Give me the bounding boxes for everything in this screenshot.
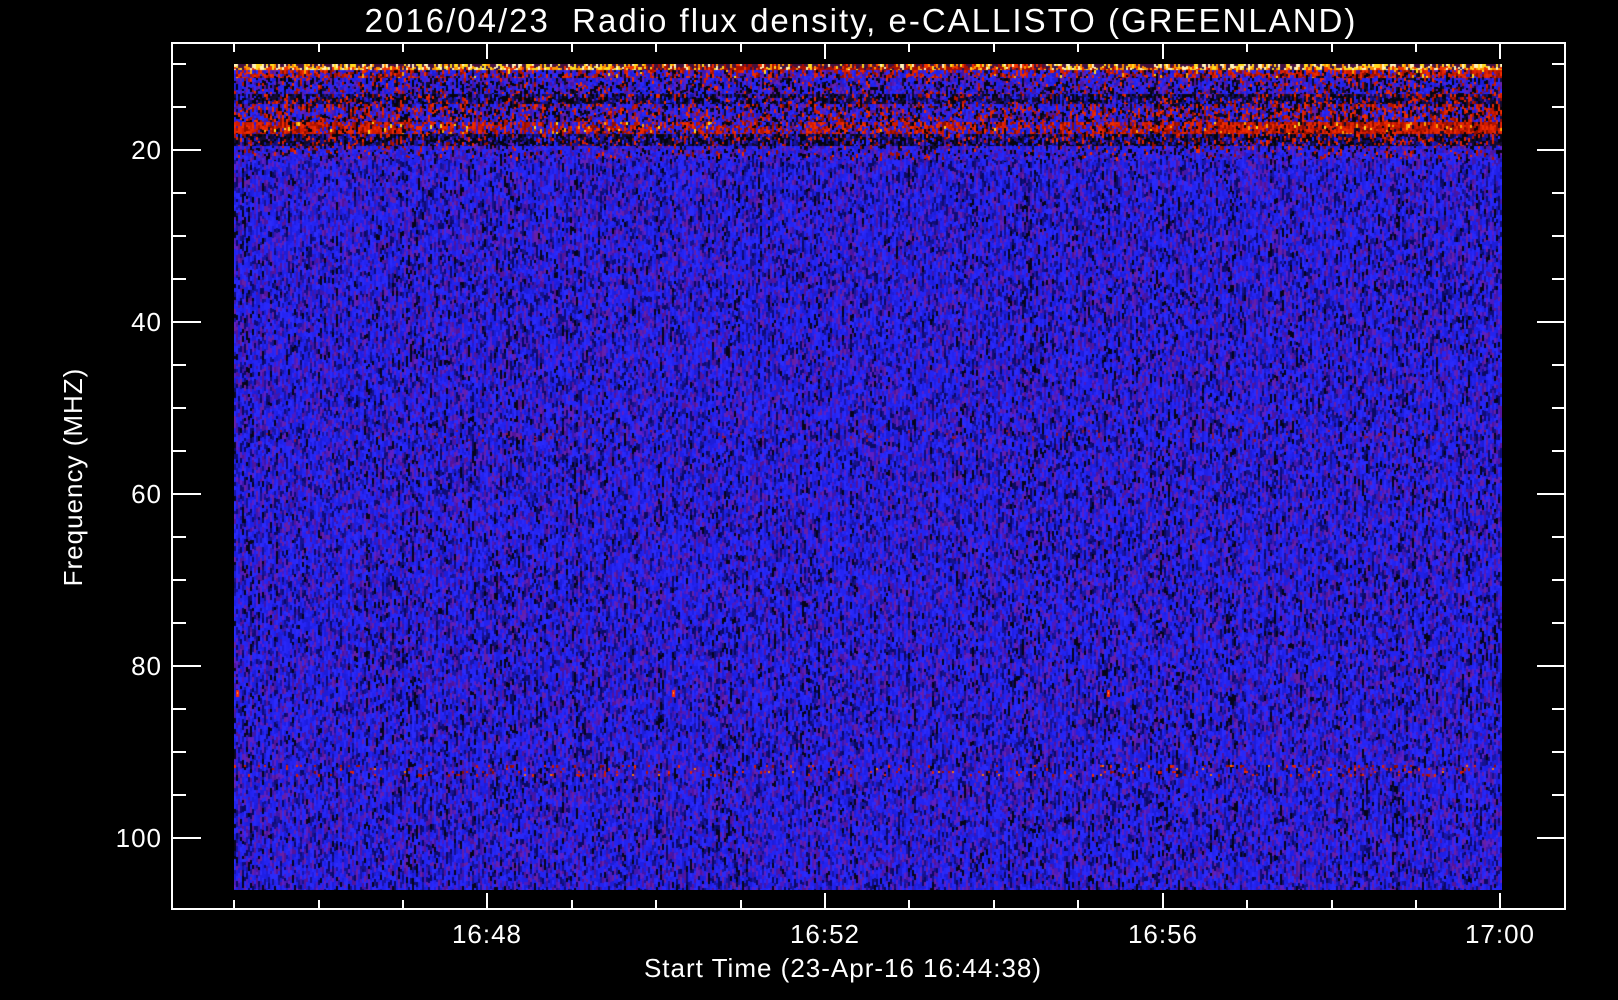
x-minor-tick-bottom [401,900,404,908]
y-tick-label: 80 [131,651,162,681]
y-minor-tick-left [173,364,186,366]
y-minor-tick-left [173,235,186,237]
x-minor-tick-top [655,44,658,52]
x-minor-tick-top [570,44,573,52]
x-tick-label: 16:52 [789,919,861,949]
x-minor-tick-bottom [908,900,911,908]
y-minor-tick-left [173,278,186,280]
y-major-tick-left [173,149,201,151]
y-tick-label: 20 [131,135,162,165]
y-minor-tick-right [1552,708,1565,710]
y-minor-tick-left [173,536,186,538]
x-minor-tick-top [739,44,742,52]
y-minor-tick-left [173,751,186,753]
x-major-tick-top [486,44,488,59]
y-major-tick-right [1537,493,1565,495]
y-tick-label: 100 [115,823,162,853]
x-minor-tick-bottom [1246,900,1249,908]
chart-title: 2016/04/23 Radio flux density, e-CALLIST… [364,2,1358,39]
y-major-tick-left [173,493,201,495]
y-minor-tick-right [1552,536,1565,538]
x-minor-tick-bottom [570,900,573,908]
y-major-tick-right [1537,665,1565,667]
y-minor-tick-right [1552,751,1565,753]
y-minor-tick-right [1552,278,1565,280]
x-major-tick-top [1499,44,1501,59]
y-minor-tick-left [173,794,186,796]
y-minor-tick-left [173,622,186,624]
x-tick-label: 16:56 [1127,919,1199,949]
x-major-tick-bottom [824,893,826,908]
y-minor-tick-left [173,192,186,194]
y-minor-tick-right [1552,579,1565,581]
x-minor-tick-top [908,44,911,52]
y-major-tick-right [1537,837,1565,839]
y-minor-tick-right [1552,407,1565,409]
x-minor-tick-top [1077,44,1080,52]
x-axis-title: Start Time (23-Apr-16 16:44:38) [643,953,1043,983]
y-major-tick-left [173,321,201,323]
x-minor-tick-top [233,44,236,52]
x-minor-tick-top [992,44,995,52]
x-minor-tick-top [1330,44,1333,52]
x-major-tick-top [1162,44,1164,59]
x-major-tick-bottom [1162,893,1164,908]
y-major-tick-right [1537,149,1565,151]
x-minor-tick-top [1246,44,1249,52]
y-minor-tick-left [173,63,186,65]
y-major-tick-left [173,837,201,839]
x-minor-tick-bottom [233,900,236,908]
y-axis-title: Frequency (MHZ) [58,367,88,587]
radio-spectrogram-page: 2016/04/23 Radio flux density, e-CALLIST… [0,0,1618,1000]
x-minor-tick-top [401,44,404,52]
y-major-tick-left [173,665,201,667]
x-major-tick-bottom [1499,893,1501,908]
y-minor-tick-right [1552,192,1565,194]
y-minor-tick-right [1552,622,1565,624]
y-minor-tick-right [1552,794,1565,796]
y-minor-tick-left [173,106,186,108]
y-minor-tick-left [173,579,186,581]
x-minor-tick-bottom [992,900,995,908]
x-minor-tick-bottom [1414,900,1417,908]
y-minor-tick-left [173,407,186,409]
x-minor-tick-bottom [739,900,742,908]
x-tick-label: 17:00 [1464,919,1536,949]
x-minor-tick-bottom [317,900,320,908]
x-tick-label: 16:48 [451,919,523,949]
y-minor-tick-right [1552,63,1565,65]
x-minor-tick-top [317,44,320,52]
x-minor-tick-bottom [1077,900,1080,908]
x-minor-tick-bottom [655,900,658,908]
spectrogram-canvas [234,64,1502,890]
y-minor-tick-right [1552,450,1565,452]
x-major-tick-bottom [486,893,488,908]
x-minor-tick-top [1414,44,1417,52]
y-minor-tick-right [1552,106,1565,108]
y-minor-tick-right [1552,235,1565,237]
x-minor-tick-bottom [1330,900,1333,908]
y-minor-tick-right [1552,364,1565,366]
y-minor-tick-left [173,708,186,710]
y-minor-tick-left [173,450,186,452]
x-major-tick-top [824,44,826,59]
y-major-tick-right [1537,321,1565,323]
